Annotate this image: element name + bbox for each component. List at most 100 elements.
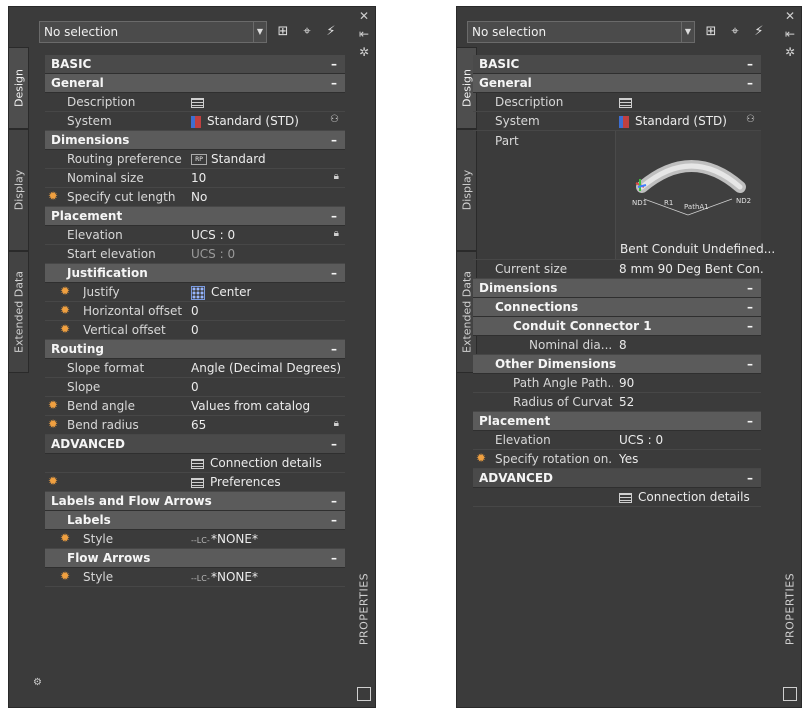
tab-extended-data[interactable]: Extended Data [9,251,29,373]
asterisk-icon: ✹ [47,474,59,488]
section-dimensions[interactable]: Dimensions – [45,131,345,150]
chevron-down-icon: ▼ [253,22,266,42]
section-dimensions[interactable]: Dimensions – [473,279,761,298]
settings-icon[interactable]: ✲ [356,45,372,59]
chevron-down-icon: ▼ [681,22,694,42]
property-row-justify[interactable]: ✹ Justify Center [45,283,345,302]
section-general[interactable]: General – [473,74,761,93]
binoculars-icon[interactable]: ⚇ [330,114,339,125]
svg-text:R1: R1 [664,199,673,207]
section-general[interactable]: General – [45,74,345,93]
property-row-nominal-size[interactable]: Nominal size 10 🔒︎ [45,169,345,188]
lock-icon[interactable]: 🔒︎ [334,228,339,239]
property-row-label-style[interactable]: ✹ Style --LC-*NONE* [45,530,345,549]
property-row-connection-details[interactable]: Connection details [473,488,761,507]
auto-hide-icon[interactable]: ⇤ [782,27,798,41]
palette-menu-icon[interactable] [783,687,797,701]
add-object-icon[interactable]: ⊞ [275,24,291,40]
property-row-nominal-diameter[interactable]: Nominal dia... 8 [473,336,761,355]
property-row-vertical-offset[interactable]: ✹ Vertical offset 0 [45,321,345,340]
toolbar: No selection ▼ ⊞ ⌖ ⚡ [39,21,345,43]
property-row-radius-of-curvature[interactable]: Radius of Curvat... 52 [473,393,761,412]
palette-content: No selection ▼ ⊞ ⌖ ⚡ BASIC – General – Des… [39,17,345,701]
settings-icon[interactable]: ✲ [782,45,798,59]
quick-select-icon[interactable]: ⚡ [323,24,339,40]
section-basic[interactable]: BASIC – [45,55,345,74]
section-routing[interactable]: Routing – [45,340,345,359]
property-row-elevation[interactable]: Elevation UCS : 0 [473,431,761,450]
system-icon [191,115,201,128]
asterisk-icon: ✹ [59,322,71,336]
routing-preference-icon: RP [191,154,207,165]
section-flow-arrows[interactable]: Flow Arrows – [45,549,345,568]
table-icon [619,492,632,503]
palette-menu-icon[interactable] [357,687,371,701]
tab-display[interactable]: Display [9,129,29,251]
property-row-elevation[interactable]: Elevation UCS : 0 🔒︎ [45,226,345,245]
palette-content: No selection ▼ ⊞ ⌖ ⚡ BASIC – General – Des… [467,17,775,701]
property-row-path-angle[interactable]: Path Angle Path... 90 [473,374,761,393]
svg-text:ND2: ND2 [736,197,751,205]
close-icon[interactable]: ✕ [782,9,798,23]
property-row-start-elevation[interactable]: Start elevation UCS : 0 [45,245,345,264]
tab-design[interactable]: Design [9,47,29,129]
property-row-cut-length[interactable]: ✹ Specify cut length No [45,188,345,207]
crosshair-icon[interactable]: ⌖ [727,24,743,40]
property-row-bend-angle[interactable]: ✹ Bend angle Values from catalog [45,397,345,416]
section-placement[interactable]: Placement – [45,207,345,226]
asterisk-icon: ✹ [59,569,71,583]
property-row-connection-details[interactable]: Connection details [45,454,345,473]
auto-hide-icon[interactable]: ⇤ [356,27,372,41]
property-row-system[interactable]: System Standard (STD) ⚇ [473,112,761,131]
cursor-settings-icon[interactable]: ⚙ [33,677,47,689]
table-icon[interactable] [191,97,204,108]
section-justification[interactable]: Justification – [45,264,345,283]
table-icon[interactable] [619,97,632,108]
palette-title-strip: ✕ ⇤ ✲ PROPERTIES [779,7,801,707]
properties-palette-left: Design Display Extended Data ✕ ⇤ ✲ PROPE… [8,6,376,708]
section-advanced[interactable]: ADVANCED – [45,435,345,454]
lock-icon[interactable]: 🔒︎ [334,171,339,182]
property-row-system[interactable]: System Standard (STD) ⚇ [45,112,345,131]
section-advanced[interactable]: ADVANCED – [473,469,761,488]
section-conduit-connector-1[interactable]: Conduit Connector 1– [473,317,761,336]
section-placement[interactable]: Placement – [473,412,761,431]
palette-title: PROPERTIES [357,572,371,646]
property-row-bend-radius[interactable]: ✹ Bend radius 65 🔒︎ [45,416,345,435]
crosshair-icon[interactable]: ⌖ [299,24,315,40]
section-other-dimensions[interactable]: Other Dimensions – [473,355,761,374]
property-row-routing-preference[interactable]: Routing preference RP Standard [45,150,345,169]
property-row-horizontal-offset[interactable]: ✹ Horizontal offset 0 [45,302,345,321]
property-row-preferences[interactable]: ✹ Preferences [45,473,345,492]
property-row-part[interactable]: Part ND1 R1 PathA1 ND2 Bent Conduit Unde… [473,131,775,260]
property-row-slope[interactable]: Slope 0 [45,378,345,397]
section-labels[interactable]: Labels – [45,511,345,530]
table-icon [191,458,204,469]
close-icon[interactable]: ✕ [356,9,372,23]
binoculars-icon[interactable]: ⚇ [746,114,755,125]
property-grid: BASIC – General – Description System Stand… [45,55,345,587]
property-row-current-size[interactable]: Current size 8 mm 90 Deg Bent Con... [473,260,763,279]
add-object-icon[interactable]: ⊞ [703,24,719,40]
property-row-specify-rotation[interactable]: ✹ Specify rotation on... Yes [473,450,761,469]
quick-select-icon[interactable]: ⚡ [751,24,767,40]
property-row-flow-style[interactable]: ✹ Style --LC-*NONE* [45,568,345,587]
property-row-slope-format[interactable]: Slope format Angle (Decimal Degrees) [45,359,345,378]
section-basic[interactable]: BASIC – [473,55,761,74]
lock-icon[interactable]: 🔒︎ [334,418,339,429]
system-icon [619,115,629,128]
table-icon [191,477,204,488]
palette-title: PROPERTIES [783,572,797,646]
selection-dropdown[interactable]: No selection ▼ [467,21,695,43]
property-row-description[interactable]: Description [473,93,761,112]
asterisk-icon: ✹ [475,451,487,465]
section-labels-flow-arrows[interactable]: Labels and Flow Arrows – [45,492,345,511]
selection-dropdown[interactable]: No selection ▼ [39,21,267,43]
asterisk-icon: ✹ [47,398,59,412]
property-row-description[interactable]: Description [45,93,345,112]
bent-conduit-preview: ND1 R1 PathA1 ND2 [632,160,751,216]
svg-text:ND1: ND1 [632,199,647,207]
asterisk-icon: ✹ [59,284,71,298]
section-connections[interactable]: Connections – [473,298,761,317]
palette-title-strip: ✕ ⇤ ✲ PROPERTIES [353,7,375,707]
